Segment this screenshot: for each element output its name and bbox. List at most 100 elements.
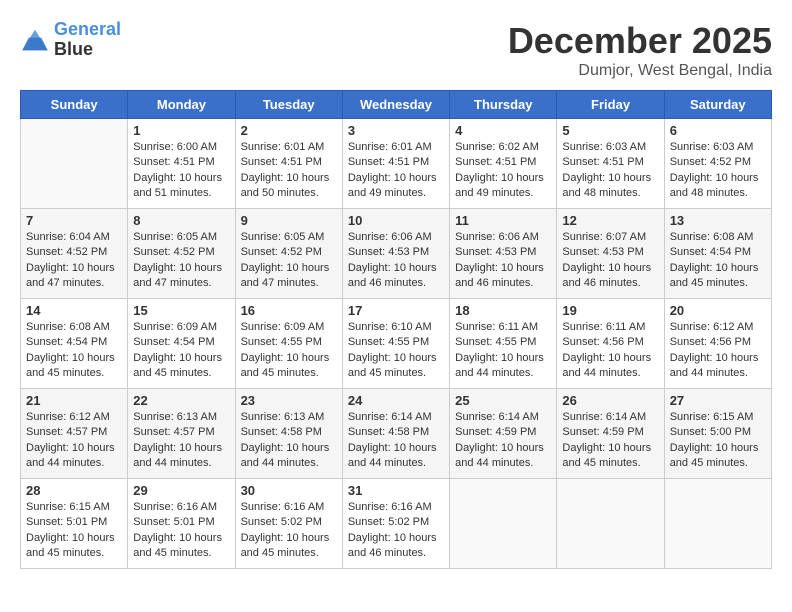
calendar-cell <box>664 479 771 569</box>
sunrise-info: Sunrise: 6:01 AM <box>241 140 337 155</box>
daylight-info: Daylight: 10 hours <box>455 261 551 276</box>
calendar-cell: 22Sunrise: 6:13 AMSunset: 4:57 PMDayligh… <box>128 389 235 479</box>
daylight-info: Daylight: 10 hours <box>562 261 658 276</box>
week-row-5: 28 Sunrise: 6:15 AM Sunset: 5:01 PM Dayligh… <box>21 479 772 569</box>
sunset-info: Sunset: 4:57 PM <box>133 425 229 440</box>
daylight-info: Daylight: 10 hours <box>348 261 444 276</box>
daylight-info: Daylight: 10 hours <box>26 531 122 546</box>
day-number: 16 <box>241 303 337 318</box>
daylight-info: and 46 minutes. <box>562 276 658 291</box>
day-number: 17 <box>348 303 444 318</box>
day-number: 6 <box>670 123 766 138</box>
daylight-info: and 45 minutes. <box>562 456 658 471</box>
daylight-info: Daylight: 10 hours <box>455 351 551 366</box>
calendar-cell: 30Sunrise: 6:16 AMSunset: 5:02 PMDayligh… <box>235 479 342 569</box>
daylight-info: and 47 minutes. <box>241 276 337 291</box>
day-number: 14 <box>26 303 122 318</box>
calendar-cell: 26Sunrise: 6:14 AMSunset: 4:59 PMDayligh… <box>557 389 664 479</box>
sunset-info: Sunset: 4:58 PM <box>348 425 444 440</box>
daylight-info: and 44 minutes. <box>455 366 551 381</box>
day-number: 28 <box>26 483 122 498</box>
calendar-cell: 13Sunrise: 6:08 AMSunset: 4:54 PMDayligh… <box>664 209 771 299</box>
sunrise-info: Sunrise: 6:06 AM <box>348 230 444 245</box>
sunset-info: Sunset: 4:52 PM <box>26 245 122 260</box>
header-row: SundayMondayTuesdayWednesdayThursdayFrid… <box>21 91 772 119</box>
daylight-info: Daylight: 10 hours <box>241 441 337 456</box>
sunset-info: Sunset: 4:51 PM <box>455 155 551 170</box>
daylight-info: Daylight: 10 hours <box>133 171 229 186</box>
daylight-info: and 44 minutes. <box>455 456 551 471</box>
daylight-info: Daylight: 10 hours <box>670 351 766 366</box>
week-row-3: 14Sunrise: 6:08 AMSunset: 4:54 PMDayligh… <box>21 299 772 389</box>
daylight-info: Daylight: 10 hours <box>26 261 122 276</box>
sunset-info: Sunset: 5:01 PM <box>133 515 229 530</box>
sunrise-info: Sunrise: 6:16 AM <box>133 500 229 515</box>
calendar-cell <box>21 119 128 209</box>
day-number: 25 <box>455 393 551 408</box>
sunset-info: Sunset: 4:55 PM <box>455 335 551 350</box>
daylight-info: and 44 minutes. <box>26 456 122 471</box>
calendar-cell: 18Sunrise: 6:11 AMSunset: 4:55 PMDayligh… <box>450 299 557 389</box>
sunrise-info: Sunrise: 6:01 AM <box>348 140 444 155</box>
day-number: 3 <box>348 123 444 138</box>
daylight-info: Daylight: 10 hours <box>562 171 658 186</box>
calendar-cell: 7Sunrise: 6:04 AMSunset: 4:52 PMDaylight… <box>21 209 128 299</box>
sunrise-info: Sunrise: 6:14 AM <box>455 410 551 425</box>
calendar-cell: 19Sunrise: 6:11 AMSunset: 4:56 PMDayligh… <box>557 299 664 389</box>
sunset-info: Sunset: 4:58 PM <box>241 425 337 440</box>
sunrise-info: Sunrise: 6:09 AM <box>133 320 229 335</box>
sunrise-info: Sunrise: 6:03 AM <box>562 140 658 155</box>
header-day-sunday: Sunday <box>21 91 128 119</box>
daylight-info: and 45 minutes. <box>26 546 122 561</box>
day-number: 30 <box>241 483 337 498</box>
sunset-info: Sunset: 4:53 PM <box>455 245 551 260</box>
sunrise-info: Sunrise: 6:15 AM <box>26 500 122 515</box>
day-number: 18 <box>455 303 551 318</box>
sunset-info: Sunset: 4:52 PM <box>133 245 229 260</box>
day-number: 7 <box>26 213 122 228</box>
header-day-monday: Monday <box>128 91 235 119</box>
daylight-info: and 45 minutes. <box>133 546 229 561</box>
daylight-info: Daylight: 10 hours <box>133 261 229 276</box>
daylight-info: Daylight: 10 hours <box>133 441 229 456</box>
sunset-info: Sunset: 4:51 PM <box>348 155 444 170</box>
daylight-info: and 45 minutes. <box>670 456 766 471</box>
daylight-info: Daylight: 10 hours <box>670 441 766 456</box>
sunset-info: Sunset: 4:59 PM <box>455 425 551 440</box>
calendar-header: SundayMondayTuesdayWednesdayThursdayFrid… <box>21 91 772 119</box>
day-number: 23 <box>241 393 337 408</box>
sunset-info: Sunset: 4:53 PM <box>348 245 444 260</box>
daylight-info: Daylight: 10 hours <box>562 441 658 456</box>
sunset-info: Sunset: 4:56 PM <box>670 335 766 350</box>
sunrise-info: Sunrise: 6:12 AM <box>670 320 766 335</box>
day-number: 11 <box>455 213 551 228</box>
day-number: 12 <box>562 213 658 228</box>
daylight-info: and 44 minutes. <box>133 456 229 471</box>
page-header: General Blue December 2025 Dumjor, West … <box>20 20 772 80</box>
daylight-info: Daylight: 10 hours <box>455 441 551 456</box>
sunset-info: Sunset: 5:00 PM <box>670 425 766 440</box>
calendar-cell: 1Sunrise: 6:00 AMSunset: 4:51 PMDaylight… <box>128 119 235 209</box>
daylight-info: and 44 minutes. <box>562 366 658 381</box>
calendar-cell: 28Sunrise: 6:15 AMSunset: 5:01 PMDayligh… <box>21 479 128 569</box>
sunrise-info: Sunrise: 6:16 AM <box>241 500 337 515</box>
daylight-info: and 45 minutes. <box>26 366 122 381</box>
sunset-info: Sunset: 4:53 PM <box>562 245 658 260</box>
sunset-info: Sunset: 4:54 PM <box>133 335 229 350</box>
daylight-info: and 49 minutes. <box>348 186 444 201</box>
day-number: 21 <box>26 393 122 408</box>
location-title: Dumjor, West Bengal, India <box>508 62 772 80</box>
day-number: 1 <box>133 123 229 138</box>
header-day-friday: Friday <box>557 91 664 119</box>
day-number: 29 <box>133 483 229 498</box>
sunset-info: Sunset: 5:02 PM <box>241 515 337 530</box>
daylight-info: and 48 minutes. <box>670 186 766 201</box>
calendar-cell: 6Sunrise: 6:03 AMSunset: 4:52 PMDaylight… <box>664 119 771 209</box>
header-day-wednesday: Wednesday <box>342 91 449 119</box>
calendar-cell: 4Sunrise: 6:02 AMSunset: 4:51 PMDaylight… <box>450 119 557 209</box>
calendar-cell: 27Sunrise: 6:15 AMSunset: 5:00 PMDayligh… <box>664 389 771 479</box>
day-number: 27 <box>670 393 766 408</box>
day-number: 31 <box>348 483 444 498</box>
sunset-info: Sunset: 4:51 PM <box>241 155 337 170</box>
sunset-info: Sunset: 4:54 PM <box>26 335 122 350</box>
